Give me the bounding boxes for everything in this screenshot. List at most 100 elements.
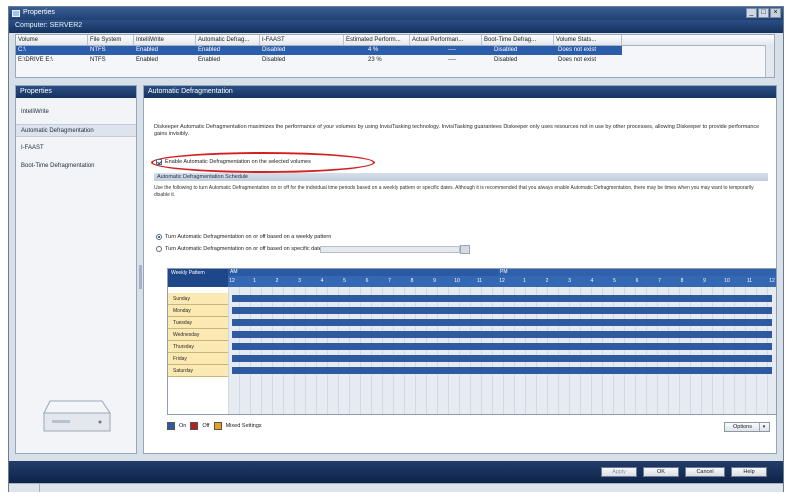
schedule-section-header: Automatic Defragmentation Schedule	[154, 173, 768, 181]
hour-label: 4	[590, 278, 594, 284]
col-header-auto-defrag[interactable]: Automatic Defrag...	[196, 35, 260, 45]
panel-splitter[interactable]	[139, 265, 142, 289]
cell-intelliwrite: Enabled	[136, 57, 159, 63]
col-header-intelliwrite[interactable]: IntelliWrite	[134, 35, 196, 45]
weekly-pattern-radio[interactable]	[156, 234, 162, 240]
weekly-pattern-header: Weekly Pattern	[168, 269, 228, 287]
cell-volume-stats: Does not exist	[558, 47, 597, 53]
weekly-pattern-label: Turn Automatic Defragmentation on or off…	[165, 234, 332, 240]
window-controls: _ □ ×	[746, 8, 781, 18]
nav-item-intelliwrite[interactable]: IntelliWrite	[16, 106, 136, 119]
cell-auto-defrag: Enabled	[198, 47, 221, 53]
maximize-button[interactable]: □	[758, 8, 769, 18]
properties-nav-panel: Properties IntelliWrite Automatic Defrag…	[15, 85, 137, 454]
hour-label: 3	[568, 278, 571, 284]
col-header-actual[interactable]: Actual Performan...	[410, 35, 482, 45]
volume-table: Volume File System IntelliWrite Automati…	[15, 34, 775, 78]
hour-label: 7	[658, 278, 661, 284]
table-row[interactable]: E:\DRIVE E:\ NTFS Enabled Enabled Disabl…	[16, 56, 622, 65]
enable-auto-defrag-label: Enable Automatic Defragmentation on the …	[165, 159, 311, 165]
day-label-monday: Monday	[168, 305, 228, 317]
legend-on-label: On	[179, 423, 187, 429]
specific-dates-option[interactable]: Turn Automatic Defragmentation on or off…	[156, 246, 325, 252]
day-label-thursday: Thursday	[168, 341, 228, 353]
nav-item-automatic-defrag[interactable]: Automatic Defragmentation	[16, 124, 136, 137]
am-header: AM	[228, 269, 498, 276]
minimize-button[interactable]: _	[746, 8, 757, 18]
schedule-bar-friday[interactable]	[232, 355, 772, 362]
calendar-button[interactable]	[460, 245, 470, 254]
cancel-button[interactable]: Cancel	[685, 467, 725, 477]
nav-item-ifaast[interactable]: I-FAAST	[16, 142, 136, 155]
col-header-estimated[interactable]: Estimated Perform...	[344, 35, 410, 45]
computer-label: Computer: SERVER2	[15, 22, 83, 29]
chevron-down-icon[interactable]: ▾	[759, 423, 768, 431]
hour-label: 1	[523, 278, 526, 284]
hour-label: 12	[229, 278, 235, 284]
day-labels: Sunday Monday Tuesday Wednesday Thursday…	[168, 287, 228, 414]
nav-item-boot-time-defrag[interactable]: Boot-Time Defragmentation	[16, 160, 136, 173]
legend-on-swatch	[167, 422, 175, 430]
help-button[interactable]: Help	[731, 467, 767, 477]
hour-label: 12	[499, 278, 505, 284]
hour-label: 11	[746, 278, 753, 284]
cell-volume-stats: Does not exist	[558, 57, 597, 63]
col-header-volume[interactable]: Volume	[16, 35, 88, 45]
legend-off-swatch	[190, 422, 199, 430]
ok-button[interactable]: OK	[643, 467, 679, 477]
hour-label: 10	[724, 278, 730, 284]
col-header-volume-stats[interactable]: Volume Stats...	[554, 35, 622, 45]
cell-intelliwrite: Enabled	[136, 47, 159, 53]
cell-volume: E:\DRIVE E:\	[18, 57, 53, 63]
legend-mixed-label: Mixed Settings	[225, 423, 262, 429]
hour-label: 11	[476, 278, 483, 284]
weekly-pattern-option[interactable]: Turn Automatic Defragmentation on or off…	[156, 234, 331, 240]
col-header-ifaast[interactable]: I-FAAST	[260, 35, 344, 45]
hard-drive-icon	[43, 400, 111, 432]
hour-label: 10	[454, 278, 460, 284]
specific-dates-radio[interactable]	[156, 246, 162, 252]
hour-label: 2	[545, 278, 549, 284]
enable-auto-defrag-option[interactable]: Enable Automatic Defragmentation on the …	[156, 158, 311, 166]
schedule-bar-saturday[interactable]	[232, 367, 772, 374]
hour-label: 6	[365, 278, 369, 284]
options-dropdown[interactable]: Options ▾	[724, 422, 770, 432]
hour-label: 5	[343, 278, 346, 284]
volume-table-header: Volume File System IntelliWrite Automati…	[16, 35, 774, 46]
cell-boot-time: Disabled	[494, 47, 518, 53]
hour-label: 5	[613, 278, 616, 284]
volume-table-scrollbar[interactable]	[765, 45, 774, 77]
hour-label: 8	[680, 278, 684, 284]
options-label: Options	[733, 424, 752, 430]
col-header-file-system[interactable]: File System	[88, 35, 134, 45]
schedule-bar-sunday[interactable]	[232, 295, 772, 302]
pm-header: PM	[498, 269, 776, 276]
hour-label: 7	[388, 278, 391, 284]
hour-label: 1	[253, 278, 256, 284]
cell-ifaast: Disabled	[262, 57, 286, 63]
apply-button[interactable]: Apply	[601, 467, 637, 477]
date-selector-field[interactable]	[320, 246, 460, 253]
schedule-bar-monday[interactable]	[232, 307, 772, 314]
schedule-bar-wednesday[interactable]	[232, 331, 772, 338]
cell-estimated: 23 %	[368, 57, 382, 63]
cell-actual: ----	[448, 57, 456, 63]
schedule-bar-thursday[interactable]	[232, 343, 772, 350]
day-label-sunday: Sunday	[168, 293, 228, 305]
cell-ifaast: Disabled	[262, 47, 286, 53]
auto-defrag-header: Automatic Defragmentation	[144, 86, 776, 98]
day-label-saturday: Saturday	[168, 365, 228, 377]
auto-defrag-panel: Automatic Defragmentation Diskeeper Auto…	[143, 85, 777, 454]
cell-actual: ----	[448, 47, 456, 53]
close-button[interactable]: ×	[770, 8, 781, 18]
hour-label: 2	[275, 278, 279, 284]
enable-auto-defrag-checkbox[interactable]	[156, 159, 162, 165]
schedule-cells[interactable]	[228, 287, 776, 414]
schedule-bar-tuesday[interactable]	[232, 319, 772, 326]
status-bar	[9, 483, 783, 492]
schedule-legend: On Off Mixed Settings	[167, 422, 262, 430]
day-label-friday: Friday	[168, 353, 228, 365]
table-row[interactable]: C:\ NTFS Enabled Enabled Disabled 4 % --…	[16, 46, 622, 55]
nav-panel-header: Properties	[16, 86, 136, 98]
col-header-boot-time[interactable]: Boot-Time Defrag...	[482, 35, 554, 45]
